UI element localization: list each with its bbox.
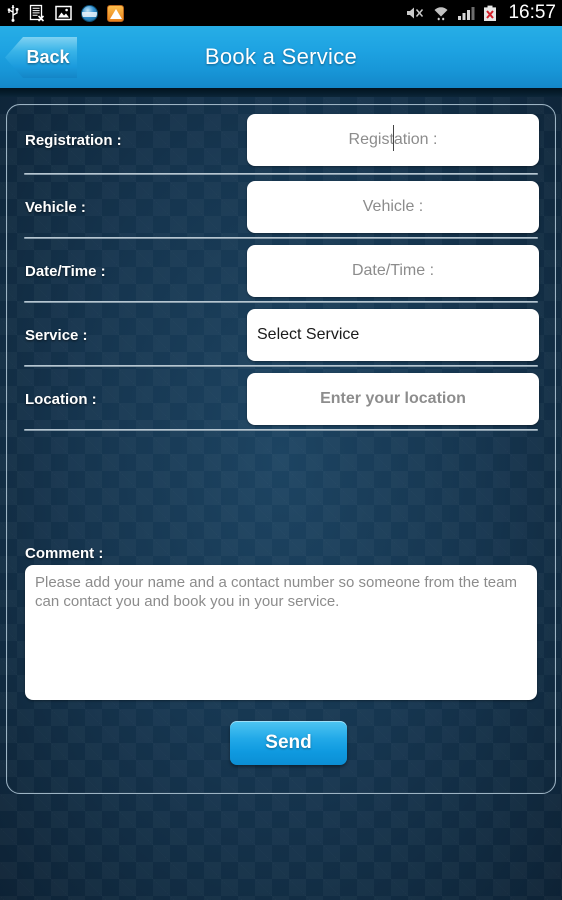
header-divider (0, 88, 562, 97)
app-screen: 16:57 Book a Service Back Registration :… (0, 0, 562, 900)
image-icon (55, 5, 72, 21)
send-button-label: Send (265, 732, 312, 753)
app-orange-icon (107, 4, 124, 22)
form-rows: Registration : Registation : Vehicle : V… (7, 105, 555, 431)
status-bar-right-icons: 16:57 (405, 2, 556, 24)
registration-input[interactable]: Registation : (247, 114, 539, 166)
mute-icon (407, 7, 424, 19)
label-comment: Comment : (25, 545, 104, 562)
booking-form-card: Registration : Registation : Vehicle : V… (6, 104, 556, 794)
label-location: Location : (25, 390, 97, 408)
form-row-service: Service : Select Service (7, 303, 555, 367)
label-service: Service : (25, 326, 88, 344)
status-bar: 16:57 (0, 0, 562, 26)
comment-placeholder: Please add your name and a contact numbe… (35, 574, 517, 610)
location-placeholder: Enter your location (320, 390, 466, 407)
page-title: Book a Service (204, 44, 358, 69)
status-bar-clock: 16:57 (508, 2, 556, 23)
app-header: Book a Service Back (0, 26, 562, 88)
battery-error-icon (484, 5, 497, 21)
form-row-datetime: Date/Time : Date/Time : (7, 239, 555, 303)
label-registration: Registration : (25, 131, 122, 149)
form-row-vehicle: Vehicle : Vehicle : (7, 175, 555, 239)
vehicle-input[interactable]: Vehicle : (247, 181, 539, 233)
registration-placeholder: Registation : (348, 125, 438, 151)
vehicle-placeholder: Vehicle : (362, 198, 424, 215)
signal-bars-icon (458, 7, 475, 20)
comment-textarea[interactable]: Please add your name and a contact numbe… (25, 565, 537, 700)
form-row-registration: Registration : Registation : (7, 105, 555, 175)
status-bar-left-icons (6, 4, 124, 22)
back-button-label: Back (26, 47, 70, 67)
row-separator (24, 429, 538, 431)
service-selected-value: Select Service (257, 326, 360, 343)
app-blue-circle-icon (81, 4, 98, 22)
label-vehicle: Vehicle : (25, 198, 86, 216)
datetime-placeholder: Date/Time : (351, 262, 435, 279)
datetime-input[interactable]: Date/Time : (247, 245, 539, 297)
label-datetime: Date/Time : (25, 262, 106, 280)
send-button[interactable]: Send (230, 721, 347, 765)
service-select[interactable]: Select Service (247, 309, 539, 361)
wifi-icon (434, 6, 448, 20)
document-error-icon (29, 4, 45, 22)
usb-icon (7, 5, 19, 22)
form-row-location: Location : Enter your location (7, 367, 555, 431)
location-input[interactable]: Enter your location (247, 373, 539, 425)
